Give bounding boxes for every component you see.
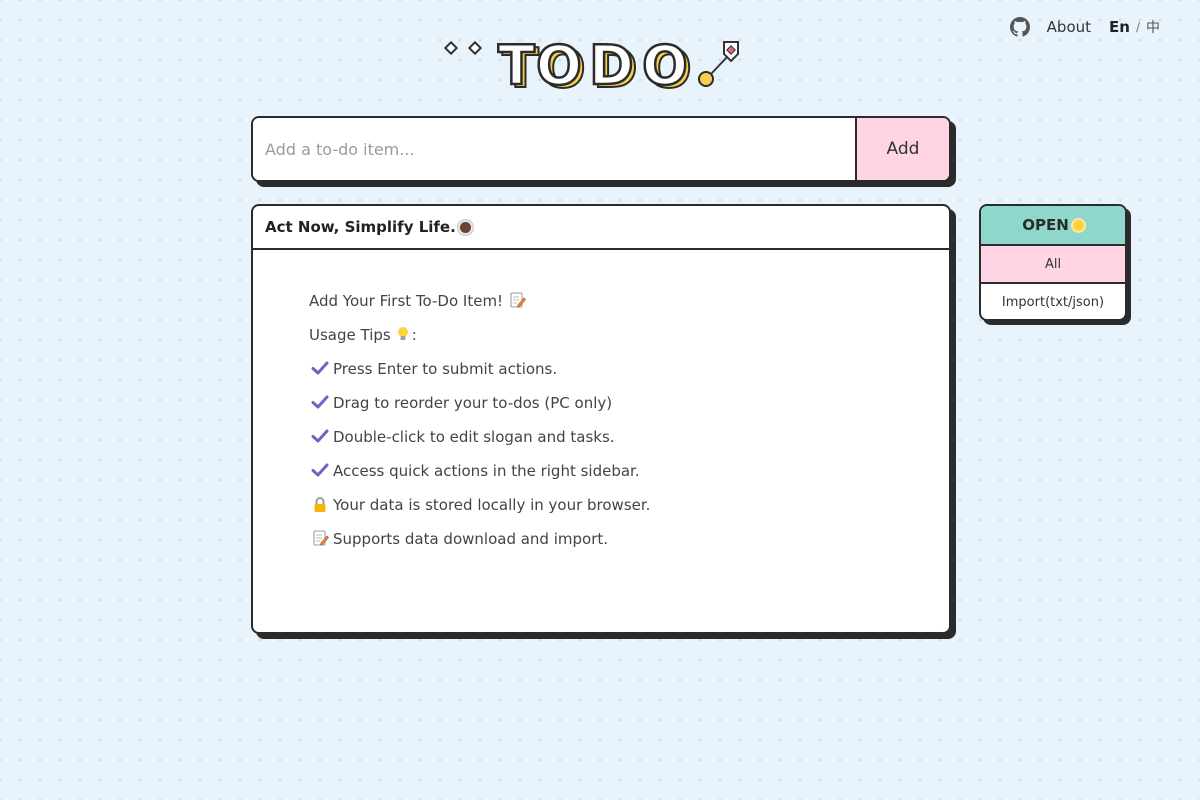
first-item-prompt: Add Your First To-Do Item! <box>309 292 650 326</box>
import-button[interactable]: Import(txt/json) <box>981 284 1125 319</box>
diamond-deco-icon <box>443 40 483 56</box>
memo-icon <box>307 530 333 547</box>
slogan-text: Act Now, Simplify Life. <box>265 218 456 236</box>
empty-state: Add Your First To-Do Item! Usage Tips : … <box>309 292 650 564</box>
tip-item: Double-click to edit slogan and tasks. <box>309 428 650 462</box>
github-icon[interactable] <box>1009 17 1030 37</box>
tip-item: Access quick actions in the right sideba… <box>309 462 650 496</box>
add-todo-form: Add <box>251 116 951 182</box>
language-zh-option[interactable]: 中 <box>1146 17 1160 37</box>
about-link[interactable]: About <box>1047 18 1091 36</box>
lock-icon <box>307 496 333 513</box>
check-icon <box>307 360 333 376</box>
usage-tips-colon: : <box>411 326 417 344</box>
language-en-option[interactable]: En <box>1109 18 1130 36</box>
sun-icon <box>1072 219 1084 231</box>
top-nav: About En / 中 <box>1009 15 1160 39</box>
svg-text:D: D <box>589 34 634 96</box>
todo-list-card: Act Now, Simplify Life. Add Your First T… <box>251 204 951 634</box>
filter-all-button[interactable]: All <box>981 246 1125 284</box>
language-separator: / <box>1135 20 1140 34</box>
tip-item: Press Enter to submit actions. <box>309 360 650 394</box>
filter-all-label: All <box>1044 256 1062 272</box>
usage-tips-text: Usage Tips <box>309 326 391 344</box>
tip-text: Drag to reorder your to-dos (PC only) <box>333 394 613 412</box>
import-label: Import(txt/json) <box>1001 294 1105 310</box>
svg-text:O: O <box>642 34 688 96</box>
tip-text: Double-click to edit slogan and tasks. <box>333 428 615 446</box>
quick-actions-sidebar: OPEN All Import(txt/json) <box>979 204 1127 321</box>
tip-text: Supports data download and import. <box>333 530 609 548</box>
check-icon <box>307 394 333 410</box>
slogan-header[interactable]: Act Now, Simplify Life. <box>253 206 949 250</box>
tip-text: Press Enter to submit actions. <box>333 360 558 378</box>
check-icon <box>307 462 333 478</box>
tip-text: Access quick actions in the right sideba… <box>333 462 640 480</box>
coffee-icon <box>457 219 473 235</box>
sidebar-open-toggle[interactable]: OPEN <box>981 206 1125 246</box>
lightbulb-icon <box>397 326 409 346</box>
todo-logo: T T O O D D O O <box>440 33 745 101</box>
sidebar-header-label: OPEN <box>1022 216 1069 234</box>
add-button[interactable]: Add <box>855 118 949 180</box>
todo-input[interactable] <box>253 118 855 180</box>
check-icon <box>307 428 333 444</box>
svg-text:O: O <box>536 34 582 96</box>
memo-icon <box>509 292 527 313</box>
tip-item: Your data is stored locally in your brow… <box>309 496 650 530</box>
usage-tips-heading: Usage Tips : <box>309 326 650 360</box>
tip-item: Supports data download and import. <box>309 530 650 564</box>
tip-text: Your data is stored locally in your brow… <box>333 496 651 514</box>
tip-item: Drag to reorder your to-dos (PC only) <box>309 394 650 428</box>
first-item-text: Add Your First To-Do Item! <box>309 292 504 310</box>
svg-text:T: T <box>498 34 535 96</box>
